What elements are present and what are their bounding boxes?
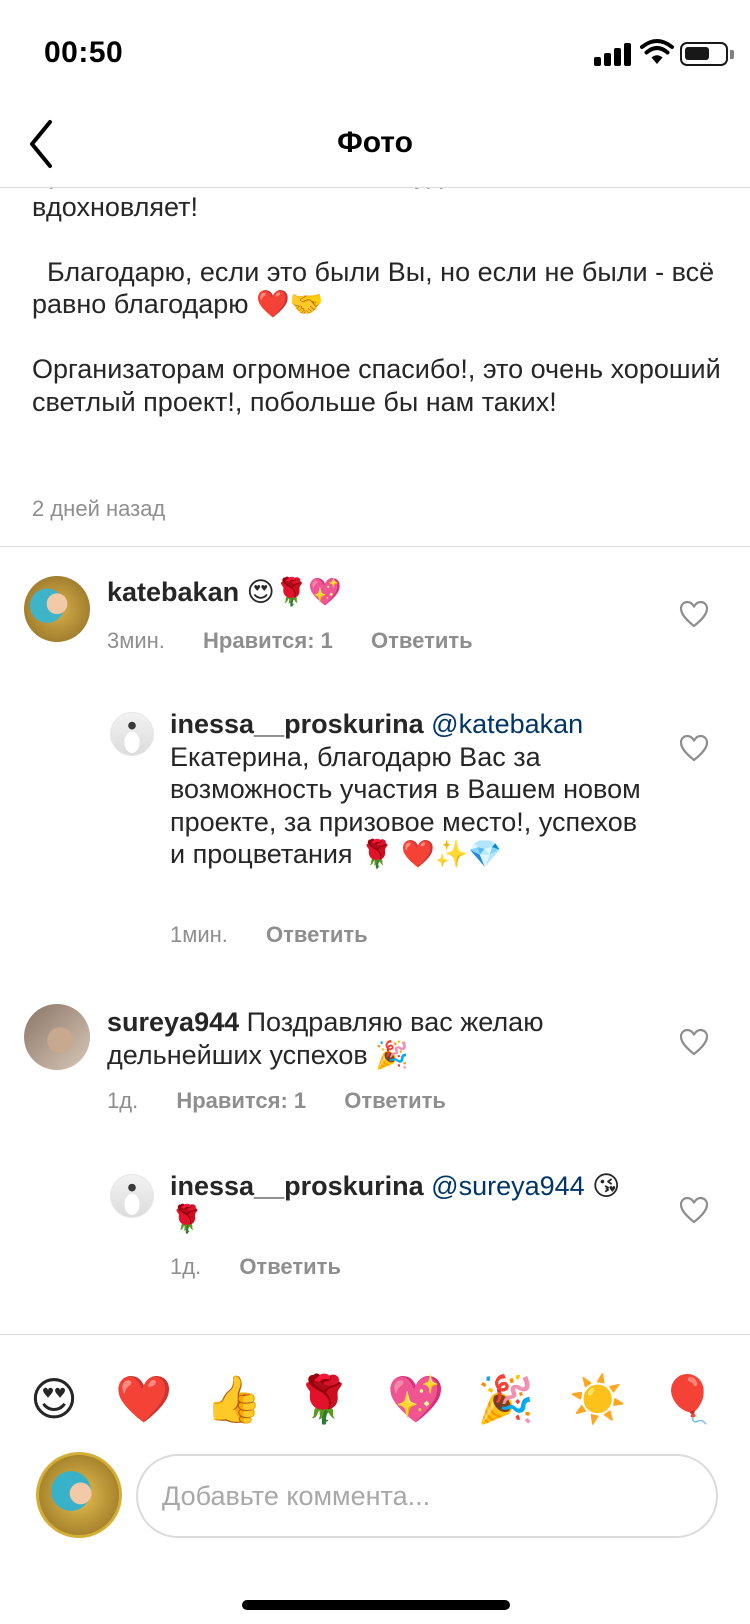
emoji-sun-button[interactable]: ☀️ — [568, 1369, 628, 1429]
like-heart-icon[interactable] — [678, 598, 710, 630]
like-heart-icon[interactable] — [678, 1026, 710, 1058]
likes-count[interactable]: Нравится: 1 — [176, 1088, 306, 1113]
comment-body: inessa__proskurina @sureya944 😘🌹 — [170, 1170, 650, 1235]
emoji-sparkling-heart-button[interactable]: 💖 — [386, 1369, 446, 1429]
emoji-thumbs-up-button[interactable]: 👍 — [204, 1369, 264, 1429]
comment-body: katebakan 😍🌹💖 — [107, 576, 667, 609]
home-indicator[interactable] — [242, 1600, 510, 1610]
comment-meta: 3мин. Нравится: 1 Ответить — [107, 628, 505, 654]
emoji-party-popper-button[interactable]: 🎉 — [476, 1369, 536, 1429]
mention-link[interactable]: @sureya944 — [431, 1171, 585, 1201]
divider — [0, 546, 750, 547]
reply-button[interactable]: Ответить — [239, 1254, 341, 1279]
comment-meta: 1д. Нравится: 1 Ответить — [107, 1088, 478, 1114]
emoji-heart-eyes-button[interactable]: 😍 — [24, 1369, 84, 1429]
comment-time: 1д. — [107, 1088, 139, 1113]
emoji-balloon-button[interactable]: 🎈 — [658, 1369, 718, 1429]
avatar[interactable] — [24, 1004, 90, 1070]
cellular-signal-icon — [594, 42, 642, 66]
comment-body: sureya944 Поздравляю вас желаю дельнейши… — [107, 1006, 607, 1071]
comment-time: 1мин. — [170, 922, 228, 947]
nav-bar: Фото — [0, 96, 750, 188]
mention-link[interactable]: @katebakan — [431, 709, 583, 739]
avatar[interactable] — [110, 712, 154, 756]
comment-username[interactable]: katebakan — [107, 577, 239, 607]
comment-username[interactable]: sureya944 — [107, 1007, 239, 1037]
battery-icon — [680, 42, 728, 66]
comment-time: 1д. — [170, 1254, 202, 1279]
comment-text: Екатерина, благодарю Вас за возможность … — [170, 741, 641, 870]
emoji-rose-button[interactable]: 🌹 — [294, 1369, 354, 1429]
battery-tip — [730, 50, 734, 59]
current-user-avatar — [36, 1452, 122, 1538]
emoji-heart-button[interactable]: ❤️ — [114, 1369, 174, 1429]
comment-text: 😍🌹💖 — [246, 577, 342, 607]
screen: 00:50 Фото Зрители голосовали за меня!, … — [0, 0, 750, 1624]
comment-meta: 1мин. Ответить — [170, 922, 400, 948]
like-heart-icon[interactable] — [678, 732, 710, 764]
likes-count[interactable]: Нравится: 1 — [203, 628, 333, 653]
avatar[interactable] — [24, 576, 90, 642]
comment-meta: 1д. Ответить — [170, 1254, 373, 1280]
page-title: Фото — [337, 126, 413, 159]
post-time: 2 дней назад — [32, 496, 166, 521]
reply-button[interactable]: Ответить — [266, 922, 368, 947]
avatar[interactable] — [110, 1174, 154, 1218]
comment-username[interactable]: inessa__proskurina — [170, 709, 424, 739]
comment-body: inessa__proskurina @katebakan Екатерина,… — [170, 708, 650, 871]
comment-time: 3мин. — [107, 628, 165, 653]
comment-username[interactable]: inessa__proskurina — [170, 1171, 424, 1201]
emoji-quick-bar: 😍 ❤️ 👍 🌹 💖 🎉 ☀️ 🎈 — [0, 1334, 750, 1446]
wifi-icon — [640, 39, 674, 64]
comment-input[interactable] — [136, 1454, 718, 1538]
status-time: 00:50 — [44, 36, 124, 69]
post-caption: Зрители голосовали за меня!, удивительно… — [32, 159, 721, 417]
reply-button[interactable]: Ответить — [371, 628, 473, 653]
reply-button[interactable]: Ответить — [344, 1088, 446, 1113]
status-bar: 00:50 — [0, 0, 750, 96]
like-heart-icon[interactable] — [678, 1194, 710, 1226]
